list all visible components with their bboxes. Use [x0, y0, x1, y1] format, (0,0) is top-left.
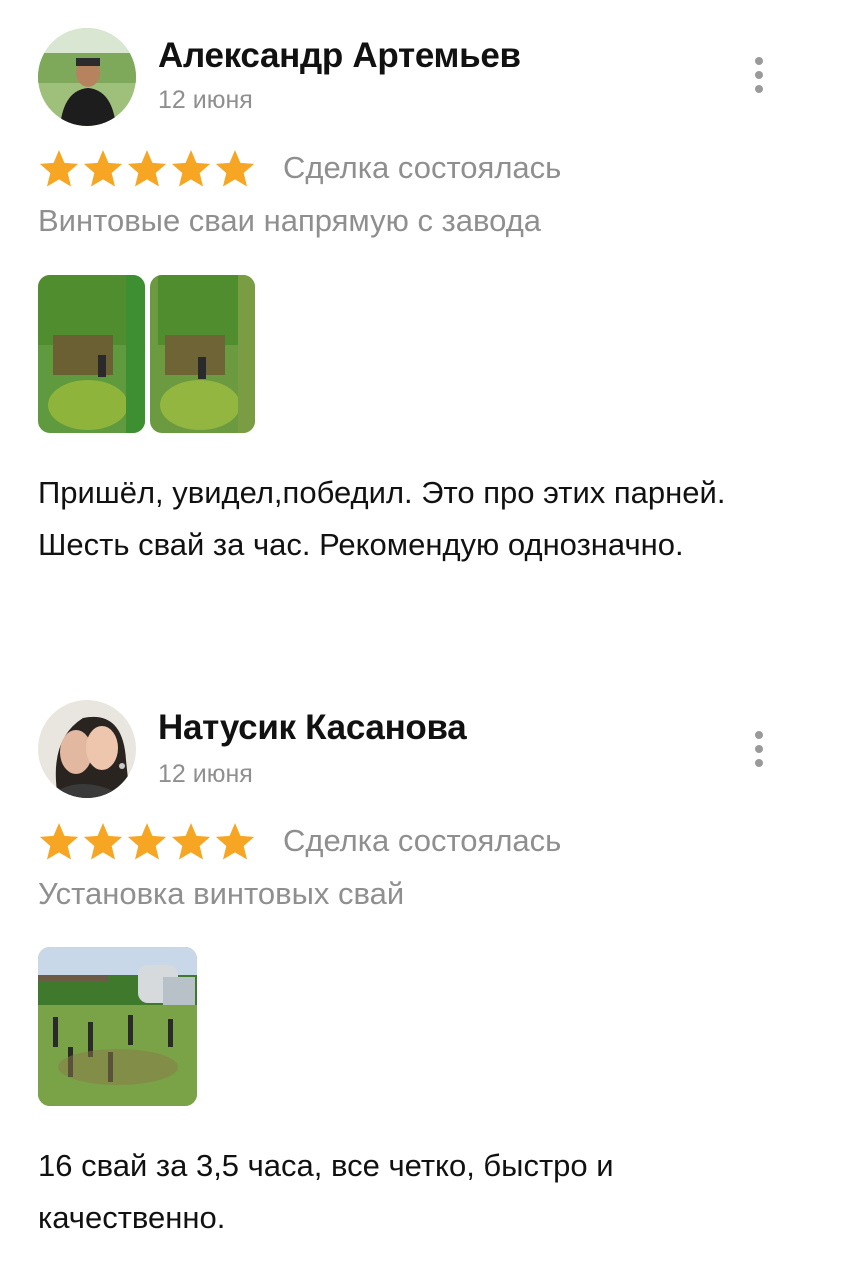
- more-vertical-icon: [755, 57, 763, 65]
- review-photo[interactable]: [38, 947, 197, 1106]
- review-text: Пришёл, увидел,победил. Это про этих пар…: [38, 475, 726, 562]
- review-photo[interactable]: [38, 275, 145, 433]
- more-options-button[interactable]: [744, 724, 774, 774]
- author-name[interactable]: Александр Артемьев: [158, 36, 521, 76]
- star-icon: [83, 823, 123, 860]
- star-icon: [215, 823, 255, 860]
- author-name[interactable]: Натусик Касанова: [158, 708, 467, 748]
- review-photo[interactable]: [150, 275, 255, 433]
- star-icon: [127, 823, 167, 860]
- star-icon: [171, 150, 211, 187]
- service-name: Установка винтовых свай: [38, 876, 405, 911]
- star-icon: [127, 150, 167, 187]
- star-icon: [215, 150, 255, 187]
- more-options-button[interactable]: [744, 50, 774, 100]
- star-icon: [83, 150, 123, 187]
- star-rating: [38, 150, 256, 190]
- more-vertical-icon: [755, 731, 763, 739]
- author-avatar[interactable]: [38, 700, 136, 798]
- review-date: 12 июня: [158, 86, 253, 114]
- review-text: 16 свай за 3,5 часа, все четко, быстро и…: [38, 1148, 614, 1235]
- author-avatar[interactable]: [38, 28, 136, 126]
- service-name: Винтовые сваи напрямую с завода: [38, 203, 542, 238]
- star-icon: [39, 823, 79, 860]
- deal-status: Сделка состоялась: [283, 150, 562, 185]
- star-icon: [39, 150, 79, 187]
- deal-status: Сделка состоялась: [283, 823, 562, 858]
- star-rating: [38, 823, 256, 863]
- star-icon: [171, 823, 211, 860]
- review-date: 12 июня: [158, 760, 253, 788]
